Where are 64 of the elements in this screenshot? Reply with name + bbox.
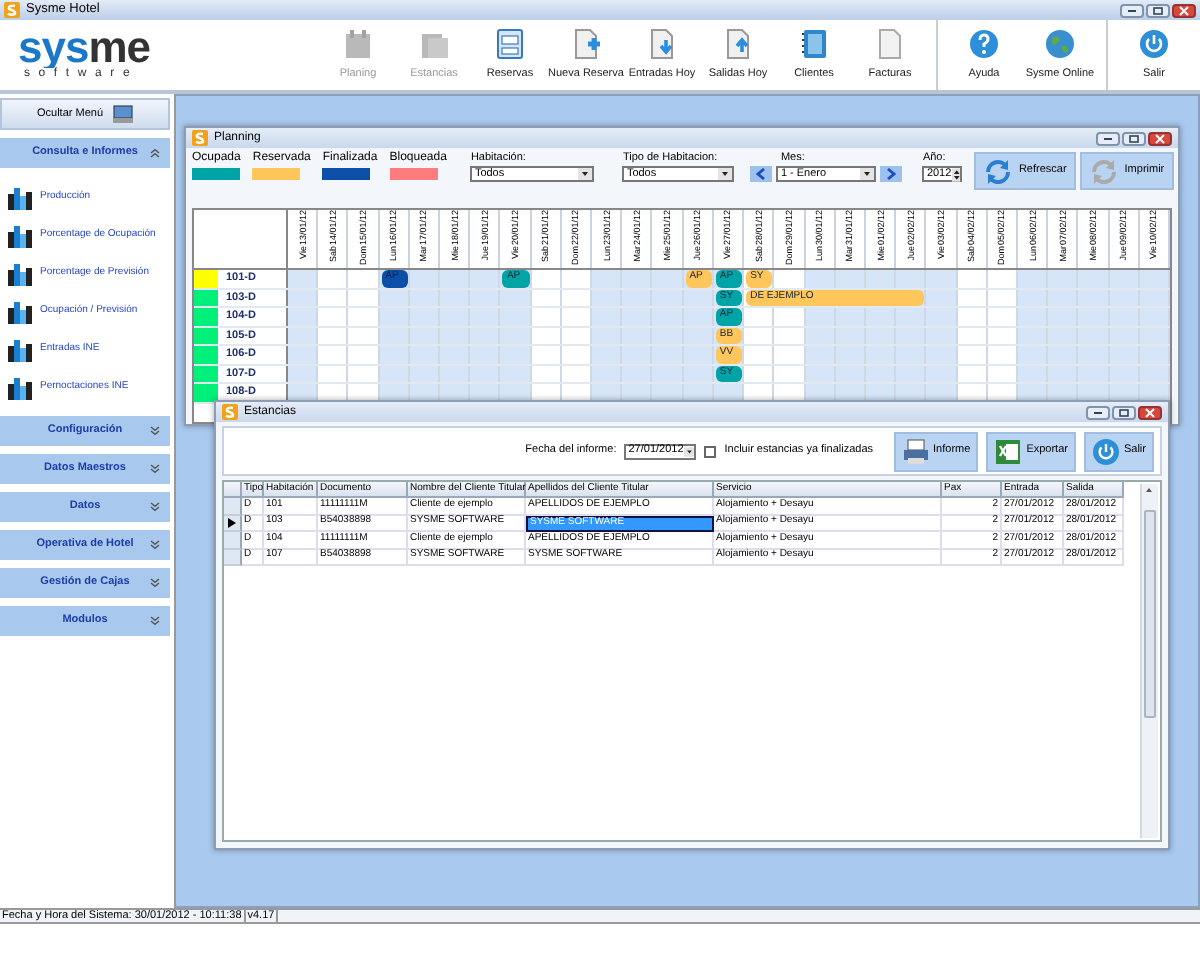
maximize-button[interactable]	[1112, 405, 1136, 419]
document-arrow-icon	[646, 28, 678, 60]
globe-icon	[1044, 28, 1076, 60]
close-icon	[1144, 407, 1156, 417]
maximize-button[interactable]	[1122, 131, 1146, 145]
previous-button[interactable]	[750, 166, 773, 183]
chevron-icon	[150, 426, 160, 436]
close-button[interactable]	[1138, 405, 1162, 419]
calendar-icon	[342, 28, 374, 60]
app-icon	[4, 2, 20, 18]
close-button[interactable]	[1148, 131, 1172, 145]
maximize-icon	[1152, 5, 1164, 15]
spinner-arrows-icon	[951, 167, 961, 182]
caret-icon	[718, 168, 733, 181]
bar-chart-icon	[8, 300, 32, 324]
scroll-thumb[interactable]	[1144, 510, 1156, 718]
bar-chart-icon	[8, 376, 32, 400]
refresh-icon	[984, 157, 1013, 185]
bar-chart-icon	[8, 338, 32, 362]
minimize-icon	[1102, 134, 1114, 142]
monitor-icon	[111, 104, 133, 124]
bar-chart-icon	[8, 224, 32, 248]
maximize-icon	[1128, 133, 1140, 143]
close-button[interactable]	[1172, 3, 1196, 17]
refresh-icon	[1090, 157, 1119, 185]
book-icon	[798, 28, 830, 60]
minimize-button[interactable]	[1096, 131, 1120, 145]
printer-icon	[901, 437, 930, 465]
chevron-icon	[150, 464, 160, 474]
minimize-button[interactable]	[1120, 3, 1144, 17]
row-pointer-icon	[228, 517, 236, 528]
chevron-left-icon	[756, 168, 767, 181]
bar-chart-icon	[8, 262, 32, 286]
document-arrow-icon	[722, 28, 754, 60]
close-icon	[1154, 133, 1166, 143]
scroll-up-icon	[1142, 484, 1156, 496]
scrollbar[interactable]	[1140, 484, 1158, 838]
chevron-icon	[150, 540, 160, 550]
spreadsheet-icon	[994, 437, 1023, 465]
power-icon	[1138, 28, 1170, 60]
chevron-icon	[150, 502, 160, 512]
minimize-button[interactable]	[1086, 405, 1110, 419]
caret-icon	[683, 445, 695, 457]
minimize-icon	[1092, 408, 1104, 416]
document-icon	[874, 28, 906, 60]
caret-icon	[578, 168, 593, 181]
chevron-icon	[150, 616, 160, 626]
power-icon	[1091, 437, 1120, 465]
cabinet-icon	[494, 28, 526, 60]
bar-chart-icon	[8, 186, 32, 210]
chevron-icon	[150, 578, 160, 588]
folder-icon	[418, 28, 450, 60]
close-icon	[1178, 5, 1190, 15]
maximize-button[interactable]	[1146, 3, 1170, 17]
next-button[interactable]	[880, 166, 903, 183]
chevron-icon	[150, 148, 160, 158]
chevron-right-icon	[886, 168, 897, 181]
minimize-icon	[1126, 6, 1138, 14]
maximize-icon	[1118, 407, 1130, 417]
document-plus-icon	[570, 28, 602, 60]
help-icon	[968, 28, 1000, 60]
header-corner	[224, 482, 242, 498]
checkbox[interactable]	[704, 445, 717, 457]
caret-icon	[860, 168, 875, 181]
